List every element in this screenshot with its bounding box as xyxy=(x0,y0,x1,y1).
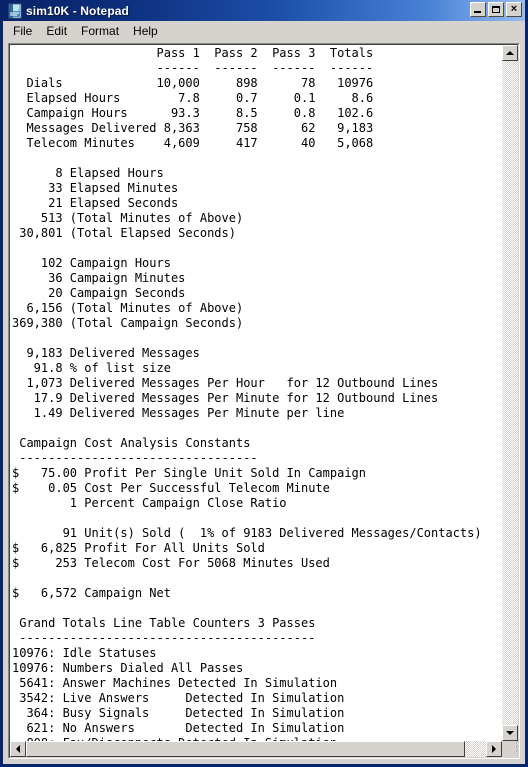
close-icon: × xyxy=(510,3,518,15)
title-bar[interactable]: sim10K - Notepad × xyxy=(3,0,525,21)
caption-button-group: × xyxy=(470,2,522,17)
horizontal-scrollbar[interactable] xyxy=(10,741,502,757)
menu-bar: File Edit Format Help xyxy=(3,21,525,40)
horizontal-scroll-thumb[interactable] xyxy=(26,741,465,757)
resize-grip[interactable] xyxy=(502,741,518,757)
vertical-scrollbar[interactable] xyxy=(502,45,518,741)
maximize-icon xyxy=(492,6,500,13)
menu-help[interactable]: Help xyxy=(126,22,165,40)
edit-frame: Pass 1 Pass 2 Pass 3 Totals ------ -----… xyxy=(9,44,519,758)
document-text: Pass 1 Pass 2 Pass 3 Totals ------ -----… xyxy=(12,46,482,741)
scroll-down-button[interactable] xyxy=(502,725,518,741)
menu-format[interactable]: Format xyxy=(74,22,126,40)
maximize-button[interactable] xyxy=(488,2,504,17)
minimize-button[interactable] xyxy=(470,2,486,17)
client-area: Pass 1 Pass 2 Pass 3 Totals ------ -----… xyxy=(8,43,520,759)
scroll-up-button[interactable] xyxy=(502,45,518,61)
scroll-left-button[interactable] xyxy=(10,741,26,757)
notepad-window: sim10K - Notepad × File Edit Format Help… xyxy=(0,0,528,767)
text-editor[interactable]: Pass 1 Pass 2 Pass 3 Totals ------ -----… xyxy=(10,45,502,741)
minimize-icon xyxy=(474,11,481,13)
menu-edit[interactable]: Edit xyxy=(39,22,74,40)
close-button[interactable]: × xyxy=(506,2,522,17)
scroll-right-button[interactable] xyxy=(486,741,502,757)
window-title: sim10K - Notepad xyxy=(26,3,129,18)
menu-file[interactable]: File xyxy=(6,22,39,40)
notepad-icon xyxy=(7,3,23,19)
